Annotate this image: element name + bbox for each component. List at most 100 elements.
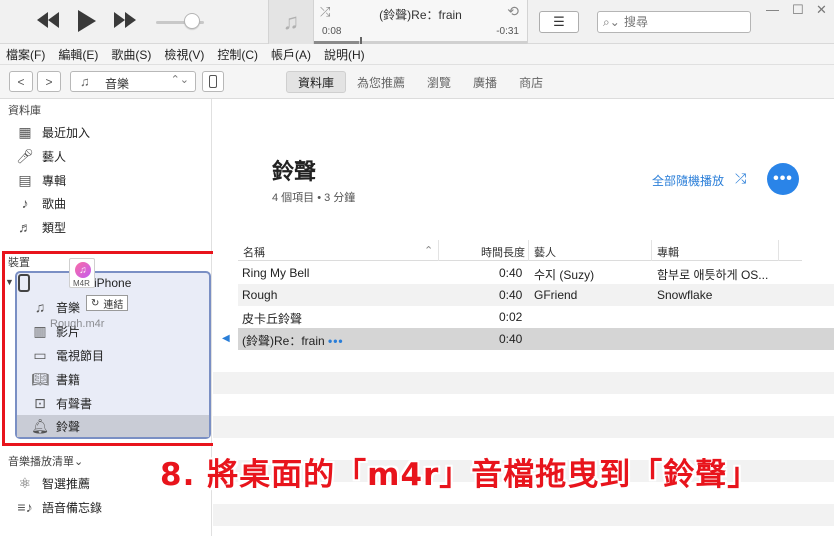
updown-chevron-icon: ⌃⌄ xyxy=(170,74,189,86)
sidebar-item-genres[interactable]: ♬ 類型 xyxy=(14,216,204,238)
player-bar: ♫ ⤮ (鈴聲)Re：frain ⟲ 0:08 -0:31 ☰ ⌕⌄ — ☐ ✕ xyxy=(0,0,834,44)
genre-icon: ♬ xyxy=(18,219,32,235)
now-playing-speaker-icon: ◀ xyxy=(222,333,230,344)
search-input[interactable] xyxy=(624,14,744,30)
column-artist[interactable]: 藝人 xyxy=(534,244,556,260)
album-icon: ▤ xyxy=(18,171,32,188)
table-row[interactable]: Ring My Bell 0:40 수지 (Suzy) 함부로 애틋하게 OS.… xyxy=(238,262,834,284)
elapsed-time: 0:08 xyxy=(322,26,342,37)
cell-time: 0:02 xyxy=(499,310,523,324)
navigation-bar: < > ♫ 音樂 ⌃⌄ 資料庫 為您推薦 瀏覽 廣播 商店 xyxy=(0,65,834,99)
empty-row xyxy=(213,350,834,372)
sidebar-item-label: 藝人 xyxy=(42,149,67,164)
play-button[interactable] xyxy=(77,9,97,36)
close-icon[interactable]: ✕ xyxy=(816,2,827,18)
forward-button[interactable]: > xyxy=(37,71,61,92)
remaining-time: -0:31 xyxy=(496,26,519,37)
playlist-item-voice-memos[interactable]: ≡♪ 語音備忘錄 xyxy=(14,496,204,518)
sidebar-item-artists[interactable]: 🎤︎ 藝人 xyxy=(14,145,204,167)
table-row[interactable]: 皮卡丘鈴聲 0:02 xyxy=(238,306,834,328)
empty-row xyxy=(213,504,834,526)
column-time[interactable]: 時間長度 xyxy=(481,244,525,260)
progress-knob[interactable] xyxy=(360,37,362,44)
cell-time: 0:40 xyxy=(499,266,523,280)
sidebar-item-label: 專輯 xyxy=(42,173,67,188)
cell-name-text: (鈴聲)Re：frain xyxy=(242,334,325,348)
more-options-button[interactable]: ••• xyxy=(767,163,799,195)
rewind-button[interactable] xyxy=(36,11,60,32)
sidebar-item-label: 類型 xyxy=(42,220,67,235)
tab-bar: 資料庫 為您推薦 瀏覽 廣播 商店 xyxy=(286,71,554,93)
menu-edit[interactable]: 編輯(E) xyxy=(58,46,98,63)
playlists-header-label: 音樂播放清單 xyxy=(8,456,74,468)
cell-name: (鈴聲)Re：frain ••• xyxy=(242,332,344,349)
microphone-icon: 🎤︎ xyxy=(16,147,34,164)
media-kind-label: 音樂 xyxy=(105,77,130,91)
page-title: 鈴聲 xyxy=(272,159,317,184)
shuffle-icon[interactable]: ⤮ xyxy=(735,170,746,187)
empty-row xyxy=(213,372,834,394)
menu-file[interactable]: 檔案(F) xyxy=(6,46,45,63)
up-next-button[interactable]: ☰ xyxy=(539,11,579,33)
menu-account[interactable]: 帳戶(A) xyxy=(271,46,311,63)
back-button[interactable]: < xyxy=(9,71,33,92)
atom-icon: ⚛ xyxy=(18,474,32,491)
rewind-icon xyxy=(37,12,59,28)
cell-artist: 수지 (Suzy) xyxy=(534,268,595,282)
chevron-down-icon: ⌄ xyxy=(74,456,84,468)
sidebar-item-songs[interactable]: ♪ 歌曲 xyxy=(14,192,204,214)
instruction-caption: 8. 將桌面的「m4r」音檔拖曳到「鈴聲」 xyxy=(160,457,760,493)
tab-browse[interactable]: 瀏覽 xyxy=(416,71,462,93)
row-more-icon[interactable]: ••• xyxy=(328,334,344,348)
column-name[interactable]: 名稱 xyxy=(243,244,265,260)
media-kind-select[interactable]: ♫ 音樂 ⌃⌄ xyxy=(70,71,196,92)
fast-forward-button[interactable] xyxy=(113,11,137,32)
tab-library[interactable]: 資料庫 xyxy=(286,71,347,93)
table-row[interactable]: Rough 0:40 GFriend Snowflake xyxy=(238,284,834,306)
cell-time: 0:40 xyxy=(499,288,523,302)
chevron-right-icon: > xyxy=(45,74,53,89)
cell-name: Rough xyxy=(242,288,278,302)
tab-radio[interactable]: 廣播 xyxy=(462,71,508,93)
page-subtitle: 4 個項目 • 3 分鐘 xyxy=(272,192,356,204)
iphone-icon xyxy=(209,75,217,88)
volume-knob[interactable] xyxy=(184,13,200,29)
grid-icon: ▦ xyxy=(18,123,32,140)
search-icon: ⌕⌄ xyxy=(603,15,620,29)
maximize-icon[interactable]: ☐ xyxy=(792,2,804,18)
search-box[interactable]: ⌕⌄ xyxy=(597,11,751,33)
column-album[interactable]: 專輯 xyxy=(657,244,679,260)
sidebar-item-albums[interactable]: ▤ 專輯 xyxy=(14,169,204,191)
shuffle-all-button[interactable]: 全部隨機播放 xyxy=(652,172,724,189)
tab-for-you[interactable]: 為您推薦 xyxy=(346,71,416,93)
music-note-icon: ♫ xyxy=(282,9,300,34)
sidebar-item-label: 歌曲 xyxy=(42,196,67,211)
device-button[interactable] xyxy=(202,71,224,92)
menu-song[interactable]: 歌曲(S) xyxy=(111,46,151,63)
playlist-item-label: 智選推薦 xyxy=(42,476,91,491)
menu-view[interactable]: 檢視(V) xyxy=(164,46,204,63)
note-icon: ♪ xyxy=(21,195,29,211)
menu-controls[interactable]: 控制(C) xyxy=(217,46,258,63)
cell-time: 0:40 xyxy=(499,332,523,346)
memo-list-icon: ≡♪ xyxy=(17,499,33,515)
column-divider xyxy=(438,240,439,261)
column-divider xyxy=(528,240,529,261)
minimize-icon[interactable]: — xyxy=(766,2,779,17)
sort-ascending-icon[interactable]: ⌃ xyxy=(424,244,433,257)
menu-bar: 檔案(F) 編輯(E) 歌曲(S) 檢視(V) 控制(C) 帳戶(A) 說明(H… xyxy=(0,44,834,65)
tab-store[interactable]: 商店 xyxy=(508,71,554,93)
column-divider xyxy=(651,240,652,261)
menu-help[interactable]: 說明(H) xyxy=(324,46,365,63)
playlist-item-label: 語音備忘錄 xyxy=(42,500,103,515)
sidebar-item-recently-added[interactable]: ▦ 最近加入 xyxy=(14,121,204,143)
repeat-icon[interactable]: ⟲ xyxy=(507,3,519,20)
playlists-header[interactable]: 音樂播放清單⌄ xyxy=(8,453,83,469)
highlight-box xyxy=(2,251,220,446)
empty-row xyxy=(213,416,834,438)
table-row-now-playing[interactable]: (鈴聲)Re：frain ••• 0:40 xyxy=(238,328,834,350)
now-playing-title: (鈴聲)Re：frain xyxy=(379,8,462,22)
empty-row xyxy=(213,394,834,416)
now-playing-display: ⤮ (鈴聲)Re：frain ⟲ 0:08 -0:31 xyxy=(314,0,528,44)
cell-artist: GFriend xyxy=(534,288,578,302)
